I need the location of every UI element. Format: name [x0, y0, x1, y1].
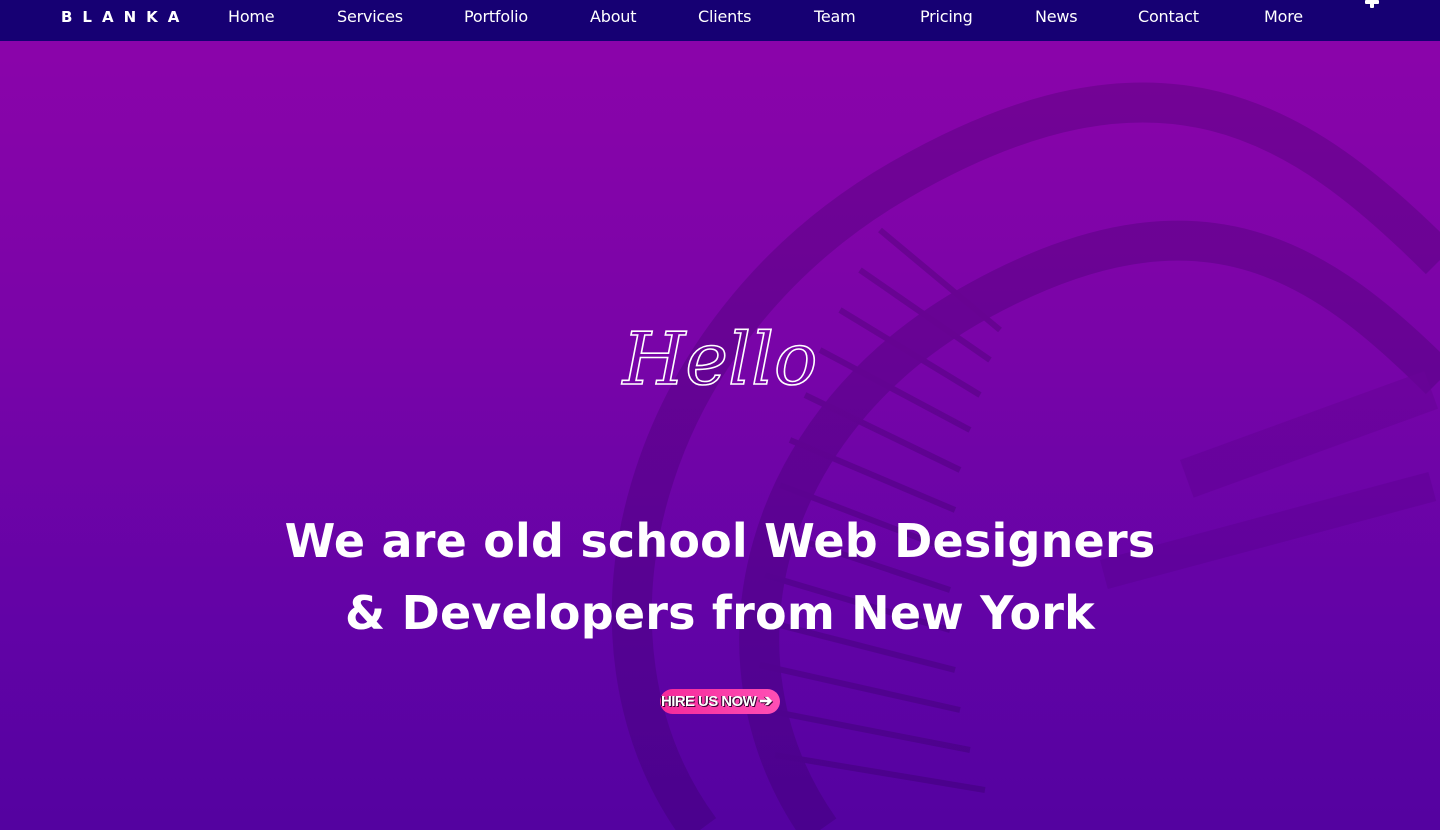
hero-headline: We are old school Web Designers & Develo… [240, 505, 1200, 649]
hello-script-heading: Hello [620, 316, 818, 402]
plus-icon[interactable] [1365, 0, 1379, 10]
hero-headline-line-1: We are old school Web Designers [284, 514, 1156, 568]
nav-item-pricing[interactable]: Pricing [920, 7, 973, 27]
nav-item-team[interactable]: Team [814, 7, 856, 27]
nav-item-portfolio[interactable]: Portfolio [464, 7, 528, 27]
brand-logo[interactable]: BLANKA [61, 8, 189, 26]
nav-item-more[interactable]: More [1264, 7, 1303, 27]
hire-us-now-label: HIRE US NOW [661, 693, 757, 710]
page: BLANKA Home Services Portfolio About Cli… [0, 0, 1440, 830]
nav-item-contact[interactable]: Contact [1138, 7, 1199, 27]
arrow-right-icon: ➔ [759, 693, 772, 710]
nav-item-home[interactable]: Home [228, 7, 275, 27]
nav-item-clients[interactable]: Clients [698, 7, 751, 27]
nav-item-services[interactable]: Services [337, 7, 403, 27]
nav-item-about[interactable]: About [590, 7, 637, 27]
hire-us-now-button[interactable]: HIRE US NOW ➔ [660, 689, 780, 714]
nav-item-news[interactable]: News [1035, 7, 1078, 27]
hero-headline-line-2: & Developers from New York [345, 586, 1095, 640]
top-navigation-bar: BLANKA Home Services Portfolio About Cli… [0, 0, 1440, 41]
hello-text: Hello [621, 317, 818, 401]
